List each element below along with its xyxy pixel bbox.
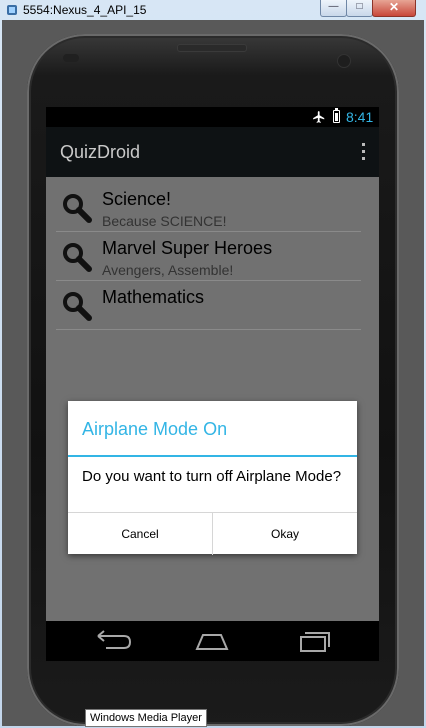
earpiece-speaker — [177, 44, 247, 52]
list-item-mathematics[interactable]: Mathematics — [56, 281, 361, 330]
search-icon — [63, 292, 92, 321]
recent-apps-icon[interactable] — [288, 627, 338, 655]
cancel-button[interactable]: Cancel — [68, 513, 213, 555]
airplane-mode-dialog: Airplane Mode On Do you want to turn off… — [68, 401, 357, 555]
window-title: 5554:Nexus_4_API_15 — [23, 3, 147, 17]
list-item-marvel[interactable]: Marvel Super Heroes Avengers, Assemble! — [56, 232, 361, 281]
okay-button[interactable]: Okay — [213, 513, 357, 555]
emulator-window: 5554:Nexus_4_API_15 — □ ✕ 8:41 QuizDroid — [0, 0, 426, 728]
quiz-title: Mathematics — [102, 287, 205, 307]
search-icon — [63, 194, 92, 223]
back-icon[interactable] — [86, 627, 136, 655]
navigation-bar — [46, 621, 379, 661]
maximize-icon: □ — [356, 1, 363, 12]
battery-icon — [333, 108, 340, 123]
overflow-menu-icon[interactable] — [358, 143, 368, 161]
quiz-list: Science! Because SCIENCE! Marvel Super H… — [46, 177, 379, 621]
close-icon: ✕ — [388, 0, 400, 14]
close-button[interactable]: ✕ — [372, 0, 416, 17]
phone-screen[interactable]: 8:41 QuizDroid Science! Because SCIENCE!… — [46, 107, 379, 661]
emulator-app-icon — [7, 5, 17, 15]
status-bar[interactable]: 8:41 — [46, 107, 379, 127]
window-titlebar[interactable]: 5554:Nexus_4_API_15 — □ ✕ — [0, 0, 426, 20]
airplane-icon — [313, 111, 325, 123]
maximize-button[interactable]: □ — [346, 0, 373, 17]
dialog-button-bar: Cancel Okay — [68, 512, 357, 555]
action-bar: QuizDroid — [46, 127, 379, 177]
proximity-sensor — [63, 54, 79, 62]
quiz-subtitle: Because SCIENCE! — [102, 213, 227, 229]
quiz-subtitle: Avengers, Assemble! — [102, 262, 234, 278]
minimize-icon: — — [328, 1, 339, 12]
dialog-divider — [68, 455, 357, 457]
phone-frame: 8:41 QuizDroid Science! Because SCIENCE!… — [27, 34, 399, 726]
minimize-button[interactable]: — — [320, 0, 347, 17]
list-item-science[interactable]: Science! Because SCIENCE! — [56, 183, 361, 232]
search-icon — [63, 243, 92, 272]
dialog-title: Airplane Mode On — [82, 419, 228, 439]
quiz-title: Science! — [102, 189, 172, 209]
taskbar-tooltip: Windows Media Player — [85, 709, 207, 727]
dialog-message: Do you want to turn off Airplane Mode? — [82, 468, 342, 485]
home-icon[interactable] — [187, 627, 237, 655]
status-clock: 8:41 — [346, 109, 374, 125]
quiz-title: Marvel Super Heroes — [102, 238, 273, 258]
front-camera — [337, 54, 351, 68]
emulator-client-area: 8:41 QuizDroid Science! Because SCIENCE!… — [2, 20, 424, 726]
app-title: QuizDroid — [60, 142, 141, 162]
